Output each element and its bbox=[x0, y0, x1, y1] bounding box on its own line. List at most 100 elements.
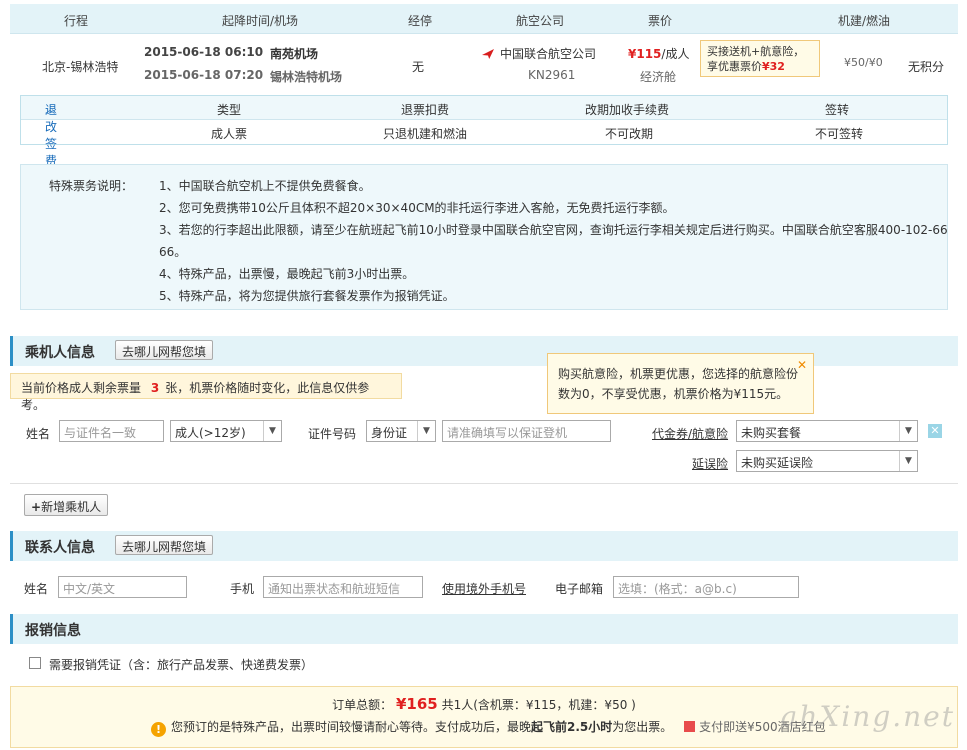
special-ticket-notes: 特殊票务说明： 1、中国联合航空机上不提供免费餐食。 2、您可免费携带10公斤且… bbox=[20, 164, 948, 310]
ticket-remaining-notice: 当前价格成人剩余票量 3 张，机票价格随时变化，此信息仅供参考。 bbox=[10, 373, 402, 412]
passenger-autofill-button[interactable]: 去哪儿网帮您填 bbox=[115, 340, 214, 360]
delay-insurance-link[interactable]: 延误险 bbox=[692, 455, 728, 472]
passenger-type-select[interactable]: 成人(>12岁) ▼ bbox=[170, 420, 282, 442]
chevron-down-icon: ▼ bbox=[899, 451, 917, 471]
remove-passenger-icon[interactable]: ✕ bbox=[928, 424, 942, 438]
note-line: 3、若您的行李超出此限额，请至少在航班起飞前10小时登录中国联合航空官网，查询托… bbox=[159, 223, 948, 237]
points-value: 无积分 bbox=[908, 60, 945, 74]
id-type-select[interactable]: 身份证 ▼ bbox=[366, 420, 436, 442]
foreign-phone-link[interactable]: 使用境外手机号 bbox=[442, 580, 526, 597]
notice-post: 为您出票。 bbox=[612, 720, 673, 734]
refund-transfer: 不可签转 bbox=[815, 127, 864, 141]
passenger-section-title: 乘机人信息 bbox=[25, 345, 95, 361]
remaining-pre: 当前价格成人剩余票量 bbox=[21, 381, 142, 395]
contact-name-label: 姓名 bbox=[24, 582, 49, 596]
insurance-tip-text: 购买航意险，机票更优惠，您选择的航意险份数为0，不享受优惠，机票价格为¥115元… bbox=[558, 367, 799, 401]
contact-phone-input[interactable]: 通知出票状态和航班短信 bbox=[263, 576, 423, 598]
header-airline: 航空公司 bbox=[516, 14, 565, 28]
tax-value: ¥50/¥0 bbox=[844, 56, 883, 69]
insurance-tip-popup: ✕ 购买航意险，机票更优惠，您选择的航意险份数为0，不享受优惠，机票价格为¥11… bbox=[547, 353, 814, 414]
passenger-name-input[interactable]: 与证件名一致 bbox=[59, 420, 164, 442]
note-line: 5、特殊产品，将为您提供旅行套餐发票作为报销凭证。 bbox=[159, 289, 455, 303]
insurance-link[interactable]: 代金券/航意险 bbox=[652, 425, 728, 442]
departure-time: 2015-06-18 06:10 bbox=[144, 45, 264, 59]
warning-icon: ! bbox=[151, 722, 166, 737]
chevron-down-icon: ▼ bbox=[417, 421, 435, 441]
note-line: 4、特殊产品，出票慢，最晚起飞前3小时出票。 bbox=[159, 267, 415, 281]
price-block: ¥115/成人 bbox=[628, 45, 689, 62]
reimburse-section-title: 报销信息 bbox=[25, 623, 81, 639]
delay-insurance-value: 未购买延误险 bbox=[741, 456, 814, 470]
insurance-value: 未购买套餐 bbox=[741, 426, 802, 440]
arrival-time: 2015-06-18 07:20 bbox=[144, 68, 264, 82]
arrival-airport: 锡林浩特机场 bbox=[270, 70, 343, 84]
cabin-class: 经济舱 bbox=[640, 70, 677, 84]
header-time-airport: 起降时间/机场 bbox=[222, 14, 299, 28]
notice-pre: 您预订的是特殊产品，出票时间较慢请耐心等待。支付成功后，最晚 bbox=[171, 720, 532, 734]
route: 北京-锡林浩特 bbox=[42, 60, 119, 74]
flight-row: 北京-锡林浩特 2015-06-18 06:10 南苑机场 2015-06-18… bbox=[10, 34, 958, 96]
promo-price: ¥32 bbox=[762, 60, 785, 73]
header-price: 票价 bbox=[648, 14, 673, 28]
contact-section-title: 联系人信息 bbox=[25, 540, 95, 556]
refund-col-type: 类型 bbox=[217, 103, 242, 117]
reimburse-checkbox-label: 需要报销凭证（含：旅行产品发票、快递费发票） bbox=[49, 658, 314, 672]
note-line: 2、您可免费携带10公斤且体积不超20×30×40CM的非托运行李进入客舱，无免… bbox=[159, 201, 675, 215]
refund-col-transfer: 签转 bbox=[825, 103, 850, 117]
refund-type: 成人票 bbox=[211, 127, 248, 141]
price-unit: /成人 bbox=[661, 47, 690, 61]
total-detail: 共1人(含机票：¥115，机建：¥50 ) bbox=[441, 698, 636, 712]
refund-table-header bbox=[21, 96, 947, 120]
note-line: 1、中国联合航空机上不提供免费餐食。 bbox=[159, 179, 371, 193]
flight-number: KN2961 bbox=[528, 68, 576, 82]
contact-email-label: 电子邮箱 bbox=[555, 582, 604, 596]
reimburse-section-header: 报销信息 bbox=[10, 614, 958, 644]
id-type-value: 身份证 bbox=[371, 426, 408, 440]
order-total: ¥165 bbox=[396, 695, 438, 713]
order-notice: ! 您预订的是特殊产品，出票时间较慢请耐心等待。支付成功后，最晚起飞前2.5小时为… bbox=[151, 718, 826, 737]
notice-bold: 起飞前2.5小时 bbox=[531, 720, 613, 734]
departure-airport: 南苑机场 bbox=[270, 47, 319, 61]
close-icon[interactable]: ✕ bbox=[797, 355, 807, 375]
refund-col-change: 改期加收手续费 bbox=[585, 103, 670, 117]
divider bbox=[10, 483, 958, 484]
promo-line1: 买接送机+航意险， bbox=[707, 45, 805, 58]
airline: 中国联合航空公司 bbox=[482, 45, 596, 62]
remaining-count: 3 bbox=[150, 381, 160, 395]
passenger-type-value: 成人(>12岁) bbox=[175, 426, 246, 440]
promo-tooltip: 买接送机+航意险， 享优惠票价¥32 bbox=[700, 40, 820, 77]
airline-name: 中国联合航空公司 bbox=[500, 47, 597, 61]
refund-col-refund: 退票扣费 bbox=[401, 103, 450, 117]
flight-table-header: 行程 起降时间/机场 经停 航空公司 票价 机建/燃油 bbox=[10, 4, 958, 34]
refund-table: 退改签费用标准 ︿ 类型 退票扣费 改期加收手续费 签转 成人票 只退机建和燃油… bbox=[20, 95, 948, 219]
airline-logo-icon bbox=[482, 49, 494, 59]
refund-change: 不可改期 bbox=[605, 127, 654, 141]
note-line: 66。 bbox=[159, 245, 187, 259]
contact-autofill-button[interactable]: 去哪儿网帮您填 bbox=[115, 535, 214, 555]
id-number-label: 证件号码 bbox=[308, 427, 357, 441]
plus-icon: + bbox=[31, 500, 42, 514]
contact-name-input[interactable]: 中文/英文 bbox=[58, 576, 187, 598]
id-number-input[interactable]: 请准确填写以保证登机 bbox=[442, 420, 611, 442]
passenger-section-header: 乘机人信息 去哪儿网帮您填 bbox=[10, 336, 958, 366]
chevron-down-icon: ▼ bbox=[899, 421, 917, 441]
contact-email-input[interactable]: 选填：(格式：a@b.c) bbox=[613, 576, 799, 598]
gift-icon bbox=[684, 721, 696, 732]
header-tax: 机建/燃油 bbox=[838, 14, 891, 28]
insurance-select[interactable]: 未购买套餐 ▼ bbox=[736, 420, 918, 442]
passenger-name-label: 姓名 bbox=[26, 427, 51, 441]
notes-label: 特殊票务说明： bbox=[49, 179, 134, 193]
header-itinerary: 行程 bbox=[64, 14, 89, 28]
add-passenger-label: 新增乘机人 bbox=[41, 500, 102, 514]
reimburse-checkbox[interactable] bbox=[29, 657, 41, 669]
chevron-up-icon: ︿ bbox=[45, 105, 55, 116]
delay-insurance-select[interactable]: 未购买延误险 ▼ bbox=[736, 450, 918, 472]
watermark: ahXing.net bbox=[780, 700, 955, 733]
total-label: 订单总额： bbox=[332, 698, 393, 712]
contact-phone-label: 手机 bbox=[230, 582, 255, 596]
add-passenger-button[interactable]: +新增乘机人 bbox=[24, 494, 109, 516]
promo-line2: 享优惠票价 bbox=[707, 60, 762, 73]
stops-value: 无 bbox=[412, 60, 425, 74]
contact-section-header: 联系人信息 去哪儿网帮您填 bbox=[10, 531, 958, 561]
chevron-down-icon: ▼ bbox=[263, 421, 281, 441]
